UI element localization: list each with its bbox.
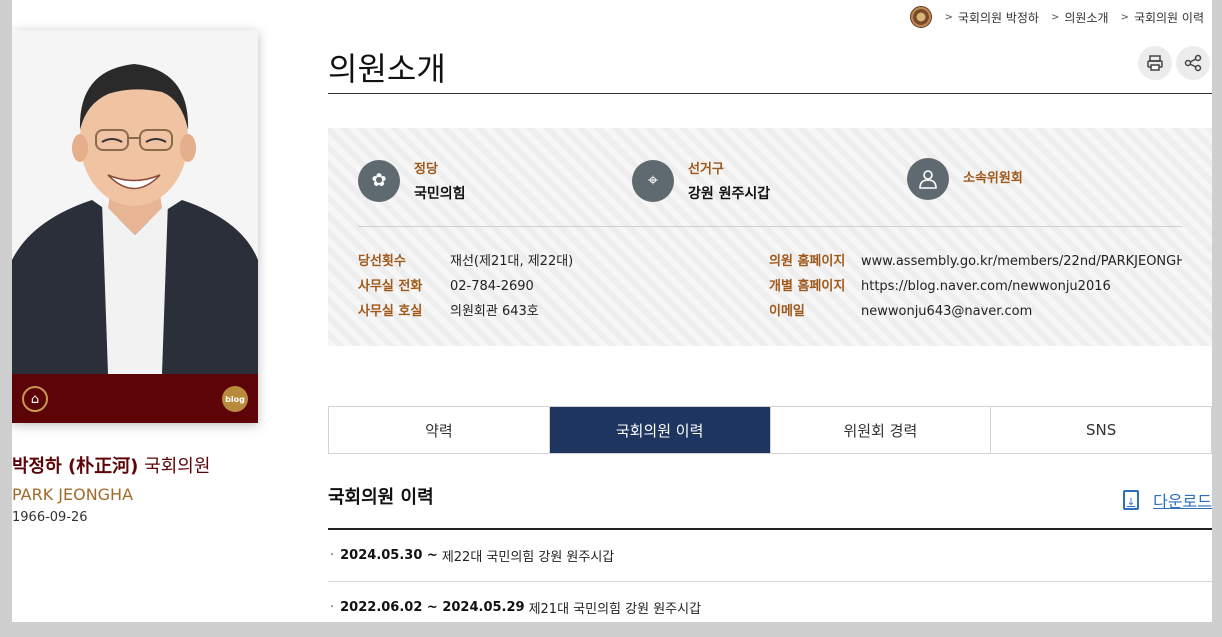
breadcrumb-item-intro[interactable]: > 의원소개 [1051, 9, 1109, 26]
home-icon[interactable]: ⌂ [22, 386, 48, 412]
phone-value: 02-784-2690 [450, 279, 534, 294]
tab-committee-career[interactable]: 위원회 경력 [770, 407, 992, 453]
tab-biography[interactable]: 약력 [329, 407, 550, 453]
tab-sns[interactable]: SNS [991, 407, 1211, 453]
panel-divider [358, 226, 1182, 227]
profile-tabs: 약력 국회의원 이력 위원회 경력 SNS [328, 406, 1212, 454]
history-text: 제22대 국민의힘 강원 원주시갑 [441, 550, 615, 565]
tab-label: 국회의원 이력 [615, 421, 704, 440]
breadcrumb-label: 의원소개 [1064, 10, 1109, 25]
map-korea-icon: ⌖ [632, 159, 674, 202]
chevron-right-icon: > [1120, 11, 1129, 23]
tab-label: 약력 [425, 421, 453, 440]
section-title: 국회의원 이력 [328, 487, 434, 508]
district-info: ⌖ 선거구 강원 원주시갑 [632, 158, 770, 203]
portrait-illustration [12, 30, 258, 374]
breadcrumb-item-member[interactable]: > 국회의원 박정하 [944, 9, 1039, 26]
window-frame: > 국회의원 박정하 > 의원소개 > 국회의원 이력 ⌂ blog 박정하 (… [0, 0, 1222, 637]
blog-label: blog [225, 394, 245, 404]
bullet: · [330, 600, 335, 615]
party-label: 정당 [414, 162, 438, 177]
personal-homepage-row: 개별 홈페이지 https://blog.naver.com/newwonju20… [769, 275, 1182, 294]
phone-label: 사무실 전화 [358, 279, 423, 294]
terms-label: 당선횟수 [358, 254, 406, 269]
email-link[interactable]: newwonju643@naver.com [861, 304, 1032, 319]
office-label: 사무실 호실 [358, 304, 423, 319]
terms-row: 당선횟수 재선(제21대, 제22대) [358, 250, 573, 269]
email-row: 이메일 newwonju643@naver.com [769, 300, 1182, 319]
history-dates: 2024.05.30 ~ [340, 548, 438, 563]
share-icon [1184, 54, 1202, 72]
page-title: 의원소개 [328, 50, 446, 88]
breadcrumb-label: 국회의원 박정하 [957, 10, 1039, 25]
share-button[interactable] [1176, 46, 1210, 80]
print-button[interactable] [1138, 46, 1172, 80]
profile-photo-bar: ⌂ blog [12, 374, 258, 423]
personal-homepage-link[interactable]: https://blog.naver.com/newwonju2016 [861, 279, 1111, 294]
district-label: 선거구 [688, 162, 724, 177]
profile-photo [12, 30, 258, 374]
terms-value: 재선(제21대, 제22대) [450, 254, 574, 269]
party-emblem-icon: ✿ [358, 159, 400, 202]
district-value: 강원 원주시갑 [688, 186, 771, 202]
download-icon: ↓ [1123, 490, 1140, 510]
member-name: 박정하 (朴正河) 국회의원 [12, 452, 210, 478]
member-name-ko: 박정하 (朴正河) [12, 456, 139, 477]
person-icon [907, 158, 949, 200]
download-label: 다운로드 [1153, 492, 1212, 511]
breadcrumb: > 국회의원 박정하 > 의원소개 > 국회의원 이력 [910, 6, 1212, 28]
chevron-right-icon: > [944, 11, 953, 23]
printer-icon [1147, 55, 1163, 71]
personal-homepage-label: 개별 홈페이지 [769, 279, 846, 294]
homepage-label: 의원 홈페이지 [769, 254, 846, 269]
profile-card: ⌂ blog [12, 30, 258, 423]
breadcrumb-label: 국회의원 이력 [1133, 10, 1204, 25]
history-row: · 2022.06.02 ~ 2024.05.29 제21대 국민의힘 강원 원… [328, 582, 1212, 622]
download-button[interactable]: ↓ 다운로드 [1123, 488, 1212, 512]
party-info: ✿ 정당 국민의힘 [358, 158, 466, 203]
party-value: 국민의힘 [414, 186, 466, 202]
phone-row: 사무실 전화 02-784-2690 [358, 275, 534, 294]
tab-label: 위원회 경력 [843, 421, 918, 440]
history-text: 제21대 국민의힘 강원 원주시갑 [528, 602, 702, 617]
committee-label: 소속위원회 [963, 170, 1023, 186]
title-divider [328, 93, 1212, 94]
bullet: · [330, 548, 335, 563]
history-row: · 2024.05.30 ~ 제22대 국민의힘 강원 원주시갑 [328, 530, 1212, 582]
tab-label: SNS [1085, 421, 1117, 439]
homepage-link[interactable]: www.assembly.go.kr/members/22nd/PARKJEON… [861, 254, 1182, 269]
office-row: 사무실 호실 의원회관 643호 [358, 300, 539, 319]
homepage-row: 의원 홈페이지 www.assembly.go.kr/members/22nd/P… [769, 250, 1182, 269]
member-name-en: PARK JEONGHA [12, 485, 134, 504]
committee-info: 소속위원회 [907, 158, 1023, 200]
member-info-panel: ✿ 정당 국민의힘 ⌖ 선거구 강원 원주시갑 소속위원회 당선횟수 재선(제2… [328, 128, 1212, 346]
breadcrumb-item-history[interactable]: > 국회의원 이력 [1121, 9, 1204, 26]
member-birthdate: 1966-09-26 [12, 510, 88, 525]
history-dates: 2022.06.02 ~ 2024.05.29 [340, 600, 525, 615]
blog-button[interactable]: blog [222, 386, 248, 412]
chevron-right-icon: > [1050, 11, 1060, 23]
page: > 국회의원 박정하 > 의원소개 > 국회의원 이력 ⌂ blog 박정하 (… [12, 0, 1212, 622]
tab-assembly-history[interactable]: 국회의원 이력 [549, 407, 771, 453]
email-label: 이메일 [769, 304, 805, 319]
member-title: 국회의원 [144, 456, 211, 477]
assembly-emblem-icon [910, 6, 933, 28]
office-value: 의원회관 643호 [450, 304, 539, 319]
